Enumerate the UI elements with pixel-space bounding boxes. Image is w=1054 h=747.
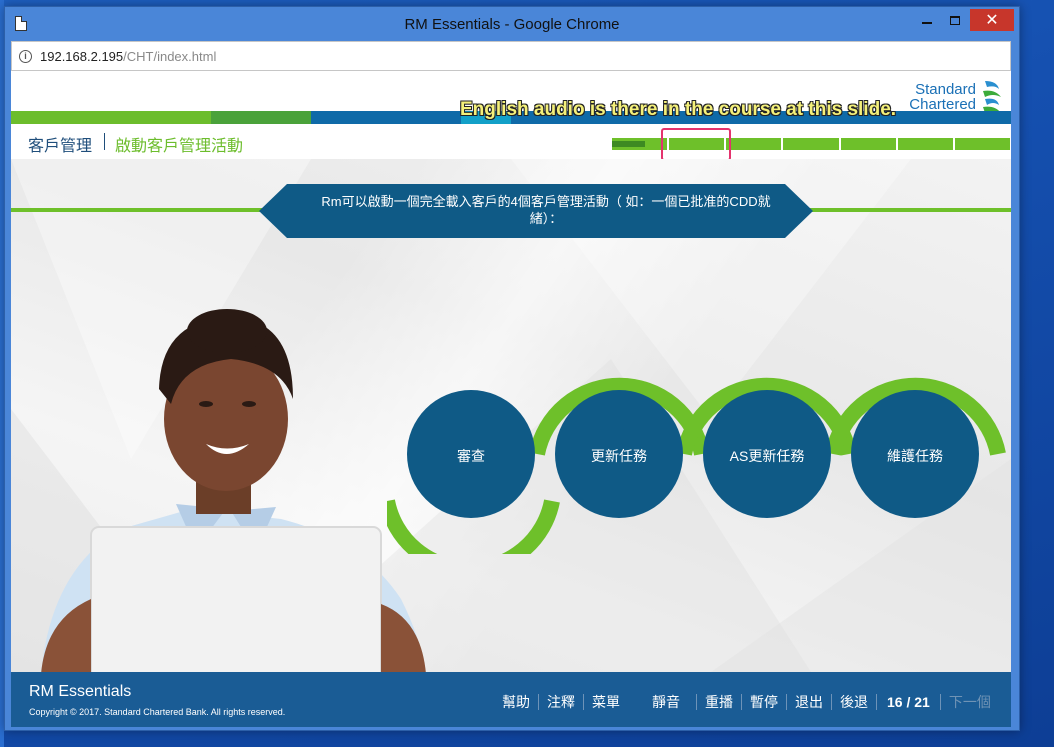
progress-segment [840,138,896,150]
back-button[interactable]: 後退 [832,692,876,712]
maximize-icon [950,15,960,25]
progress-segment [612,138,668,150]
banner-text: Rm可以啟動一個完全載入客戶的4個客戶管理活動（ 如：一個已批准的CDD就緒）： [321,194,771,226]
url-path: /CHT/index.html [123,49,217,64]
next-button[interactable]: 下一個 [941,692,999,712]
progress-segment [954,138,1010,150]
replay-button[interactable]: 重播 [697,692,741,712]
progress-segment [897,138,953,150]
url-host: 192.168.2.195 [40,49,124,64]
progress-fill [612,141,646,147]
copyright-text: Copyright © 2017. Standard Chartered Ban… [29,707,286,717]
minimize-icon [922,22,932,24]
mute-button[interactable]: 靜音 [628,692,696,712]
logo-text: Standard Chartered [909,82,976,112]
logo-line-1: Standard [915,81,976,98]
circle-label-as-update-task: AS更新任務 [729,448,805,464]
maximize-button[interactable] [941,9,969,31]
course-footer: RM Essentials Copyright © 2017. Standard… [11,672,1011,727]
progress-segment [726,138,782,150]
help-button[interactable]: 幫助 [494,692,538,712]
url-text[interactable]: 192.168.2.195/CHT/index.html [40,49,216,64]
browser-window: RM Essentials - Google Chrome ✕ i 192.16… [4,6,1020,731]
close-button[interactable]: ✕ [970,9,1014,31]
address-bar[interactable]: i 192.168.2.195/CHT/index.html [11,41,1011,71]
minimize-button[interactable] [913,9,941,31]
info-icon[interactable]: i [19,50,32,63]
module-title: 客戶管理 [28,138,93,155]
circle-label-review: 審查 [457,448,485,464]
notes-button[interactable]: 注釋 [539,692,583,712]
logo-mark-icon [983,81,1001,113]
circle-label-update-task: 更新任務 [591,448,647,464]
pause-button[interactable]: 暫停 [742,692,786,712]
slide-content: Rm可以啟動一個完全載入客戶的4個客戶管理活動（ 如：一個已批准的CDD就緒）： [11,159,1011,674]
menu-button[interactable]: 菜單 [584,692,628,712]
exit-button[interactable]: 退出 [787,692,831,712]
progress-segment [783,138,839,150]
title-bar[interactable]: RM Essentials - Google Chrome ✕ [5,7,1019,41]
logo-line-2: Chartered [909,96,976,113]
annotation-text: English audio is there in the course at … [460,99,897,120]
section-title: 啟動客戶管理活動 [115,138,244,155]
annotation-highlight-box [661,128,731,161]
course-title: RM Essentials [29,683,132,700]
woman-with-laptop-image [41,309,426,674]
title-divider [104,133,105,150]
course-page: Standard Chartered 客戶管理 啟動客戶管理活動 English… [11,71,1011,727]
footer-nav: 幫助 注釋 菜單 靜音 重播 暫停 退出 後退 16 / 21 下一個 [494,692,999,712]
circle-label-maintenance-task: 維護任務 [887,448,943,464]
close-icon: ✕ [985,12,999,29]
window-title: RM Essentials - Google Chrome [404,16,620,33]
standard-chartered-logo: Standard Chartered [909,79,1003,115]
page-counter: 16 / 21 [887,694,930,710]
